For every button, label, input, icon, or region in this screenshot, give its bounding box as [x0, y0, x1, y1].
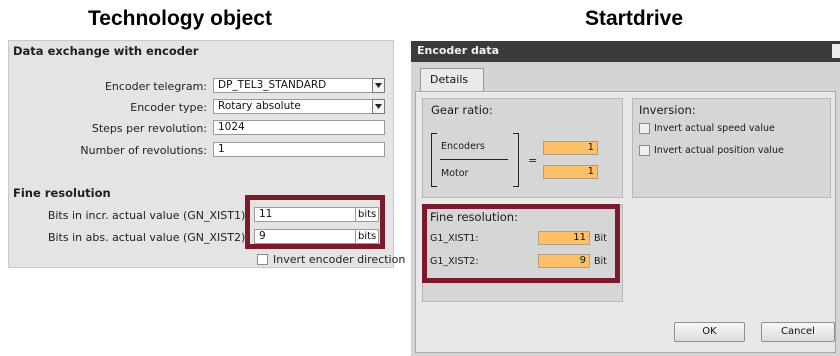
technology-object-heading: Technology object	[88, 7, 272, 30]
encoders-label: Encoders	[441, 141, 485, 152]
close-icon[interactable]	[832, 44, 840, 58]
bits-abs-label: Bits in abs. actual value (GN_XIST2):	[47, 231, 249, 244]
gear-ratio-group: Gear ratio: Encoders Motor = 1 1	[422, 98, 623, 198]
chevron-down-icon	[375, 83, 382, 88]
encoder-type-value: Rotary absolute	[218, 100, 301, 112]
motor-label: Motor	[441, 168, 469, 179]
fraction-bracket-left	[431, 133, 437, 187]
bits-abs-input[interactable]: 9	[254, 229, 356, 244]
invert-encoder-direction-label: Invert encoder direction	[273, 253, 406, 266]
dialog-title: Encoder data	[417, 44, 499, 57]
encoder-telegram-value: DP_TEL3_STANDARD	[218, 79, 327, 91]
invert-encoder-direction-checkbox[interactable]	[257, 254, 268, 265]
fraction-line	[440, 159, 508, 160]
equals-sign: =	[528, 154, 538, 167]
bits-incr-unit: bits	[355, 207, 379, 222]
details-content: Gear ratio: Encoders Motor = 1 1 Inversi…	[415, 91, 836, 353]
chevron-down-icon	[375, 104, 382, 109]
g1-xist1-label: G1_XIST1:	[430, 233, 479, 244]
encoder-type-dropdown-button[interactable]	[372, 99, 385, 114]
invert-position-label: Invert actual position value	[654, 145, 784, 156]
ok-button[interactable]: OK	[674, 322, 745, 342]
tab-details-label: Details	[430, 73, 469, 86]
motor-value-input[interactable]: 1	[543, 165, 598, 179]
encoder-type-label: Encoder type:	[130, 101, 207, 114]
technology-object-panel: Data exchange with encoder Encoder teleg…	[8, 40, 405, 268]
inversion-title: Inversion:	[639, 103, 696, 117]
fine-resolution-section-title: Fine resolution	[13, 186, 111, 200]
g1-xist2-label: G1_XIST2:	[430, 256, 479, 267]
gear-ratio-title: Gear ratio:	[431, 103, 493, 117]
cancel-button[interactable]: Cancel	[761, 322, 835, 342]
encoder-telegram-dropdown-button[interactable]	[372, 78, 385, 93]
invert-position-checkbox[interactable]	[639, 145, 650, 156]
encoder-telegram-label: Encoder telegram:	[104, 80, 207, 93]
tab-details[interactable]: Details	[420, 68, 484, 91]
encoder-data-dialog: Encoder data Details Gear ratio: Encoder…	[411, 41, 840, 356]
steps-per-revolution-input[interactable]: 1024	[213, 120, 385, 135]
bits-incr-label: Bits in incr. actual value (GN_XIST1):	[47, 209, 249, 222]
encoder-type-dropdown[interactable]: Rotary absolute	[213, 99, 373, 114]
data-exchange-section-title: Data exchange with encoder	[13, 44, 199, 58]
encoders-value-input[interactable]: 1	[543, 141, 598, 155]
bits-incr-input[interactable]: 11	[254, 207, 356, 222]
inversion-group: Inversion: Invert actual speed value Inv…	[632, 98, 831, 198]
encoder-telegram-dropdown[interactable]: DP_TEL3_STANDARD	[213, 78, 373, 93]
invert-speed-label: Invert actual speed value	[654, 123, 775, 134]
steps-per-revolution-label: Steps per revolution:	[91, 122, 207, 135]
g1-xist1-input[interactable]: 11	[538, 231, 590, 245]
number-of-revolutions-label: Number of revolutions:	[80, 144, 207, 157]
dialog-title-bar: Encoder data	[411, 41, 840, 62]
invert-speed-checkbox[interactable]	[639, 123, 650, 134]
fraction-bracket-right	[513, 133, 519, 187]
startdrive-heading: Startdrive	[585, 7, 684, 30]
g1-xist2-unit: Bit	[594, 256, 607, 267]
number-of-revolutions-input[interactable]: 1	[213, 142, 385, 157]
bits-abs-unit: bits	[355, 229, 379, 244]
g1-xist1-unit: Bit	[594, 233, 607, 244]
fine-resolution-title: Fine resolution:	[430, 210, 518, 224]
g1-xist2-input[interactable]: 9	[538, 254, 590, 268]
